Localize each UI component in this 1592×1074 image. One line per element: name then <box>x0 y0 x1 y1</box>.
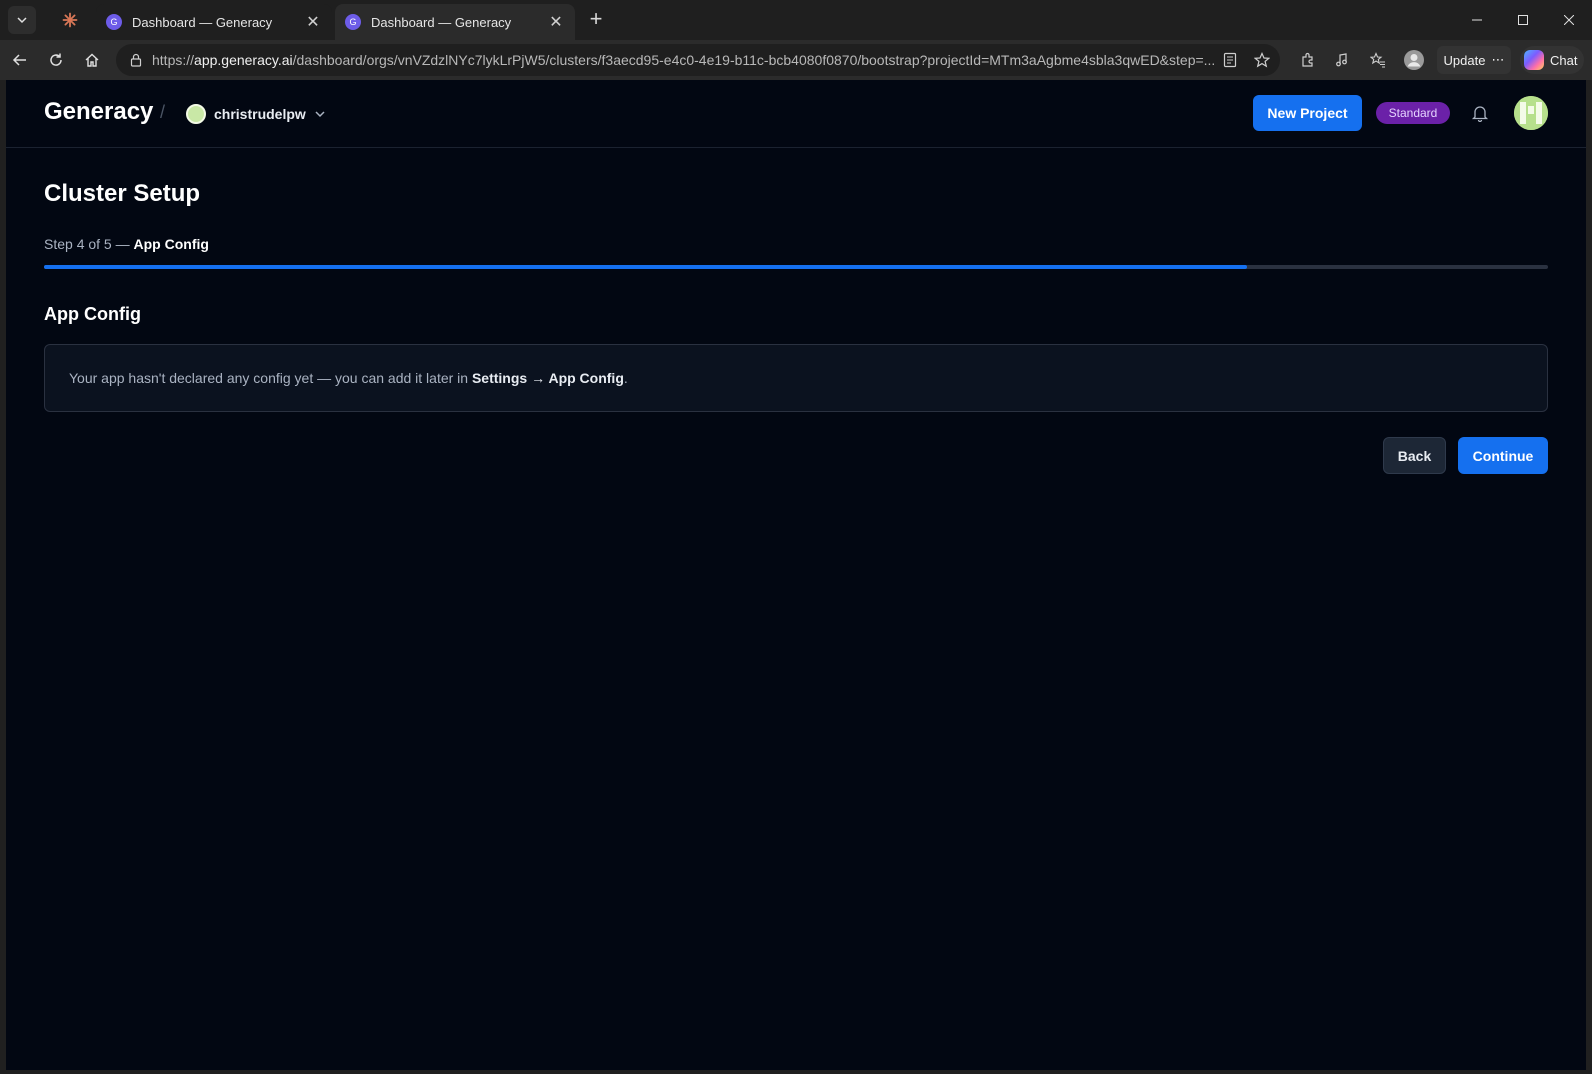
page-title: Cluster Setup <box>44 180 201 207</box>
step-prefix: Step 4 of 5 — <box>44 236 130 252</box>
user-avatar[interactable] <box>1514 96 1548 130</box>
generacy-favicon-icon: G <box>106 14 122 30</box>
new-tab-button[interactable]: + <box>584 8 608 32</box>
close-icon[interactable]: ✕ <box>304 13 322 31</box>
breadcrumb-separator: / <box>160 102 166 122</box>
chevron-down-icon <box>315 111 325 118</box>
more-dots-icon: ⋯ <box>1491 52 1505 67</box>
update-button[interactable]: Update ⋯ <box>1437 46 1511 74</box>
step-progress-bar <box>44 265 1548 269</box>
window-controls <box>1454 0 1592 40</box>
copilot-icon <box>1524 50 1544 70</box>
favorites-icon[interactable] <box>1364 46 1392 74</box>
step-progress-fill <box>44 265 1248 269</box>
tab-strip: G Dashboard — Generacy ✕ G Dashboard — G… <box>0 0 1592 40</box>
profile-icon[interactable] <box>1400 46 1428 74</box>
minimize-icon[interactable] <box>1454 0 1500 40</box>
step-name: App Config <box>133 236 209 252</box>
back-button[interactable]: Back <box>1383 437 1446 474</box>
lock-icon[interactable] <box>126 50 146 70</box>
tab-list-button[interactable] <box>8 6 36 34</box>
settings-path: Settings → App Config <box>471 370 624 386</box>
bell-icon[interactable] <box>1468 101 1492 125</box>
back-arrow-icon[interactable] <box>6 46 34 74</box>
chevron-down-icon <box>17 17 27 24</box>
claude-logo-icon <box>62 12 78 28</box>
empty-config-notice: Your app hasn't declared any config yet … <box>44 344 1548 412</box>
generacy-favicon-icon: G <box>345 14 361 30</box>
home-icon[interactable] <box>78 46 106 74</box>
new-project-button[interactable]: New Project <box>1253 95 1362 131</box>
browser-tab[interactable]: G Dashboard — Generacy ✕ <box>96 4 332 40</box>
section-title: App Config <box>44 304 141 324</box>
update-label: Update <box>1443 52 1486 68</box>
page-viewport: Generacy / christrudelpw New Project Sta… <box>6 80 1586 1070</box>
brand-logo[interactable]: Generacy <box>44 98 153 126</box>
chat-label: Chat <box>1550 52 1578 68</box>
copilot-chat-button[interactable]: Chat <box>1520 46 1584 74</box>
notice-text: Your app hasn't declared any config yet … <box>69 370 628 386</box>
tab-title: Dashboard — Generacy <box>132 14 273 30</box>
tab-title: Dashboard — Generacy <box>371 14 512 30</box>
maximize-icon[interactable] <box>1500 0 1546 40</box>
url-text: https://app.generacy.ai/dashboard/orgs/v… <box>152 52 1216 68</box>
media-icon[interactable] <box>1328 46 1356 74</box>
browser-toolbar: https://app.generacy.ai/dashboard/orgs/v… <box>0 40 1592 80</box>
pinned-tab[interactable] <box>48 5 92 35</box>
close-icon[interactable]: ✕ <box>547 13 565 31</box>
browser-tab-active[interactable]: G Dashboard — Generacy ✕ <box>335 4 575 40</box>
favorite-star-icon[interactable] <box>1248 46 1276 74</box>
continue-button[interactable]: Continue <box>1458 437 1548 474</box>
browser-window: G Dashboard — Generacy ✕ G Dashboard — G… <box>0 0 1592 1074</box>
extensions-icon[interactable] <box>1294 46 1322 74</box>
refresh-icon[interactable] <box>42 46 70 74</box>
org-name: christrudelpw <box>214 106 306 122</box>
org-switcher[interactable]: christrudelpw <box>186 102 326 126</box>
close-window-icon[interactable] <box>1546 0 1592 40</box>
step-indicator: Step 4 of 5 — App Config <box>44 236 209 252</box>
address-bar[interactable]: https://app.generacy.ai/dashboard/orgs/v… <box>116 44 1280 76</box>
app-header: Generacy / christrudelpw New Project Sta… <box>6 80 1586 148</box>
org-avatar <box>186 104 206 124</box>
reading-view-icon[interactable] <box>1216 46 1244 74</box>
plan-badge: Standard <box>1376 102 1450 124</box>
